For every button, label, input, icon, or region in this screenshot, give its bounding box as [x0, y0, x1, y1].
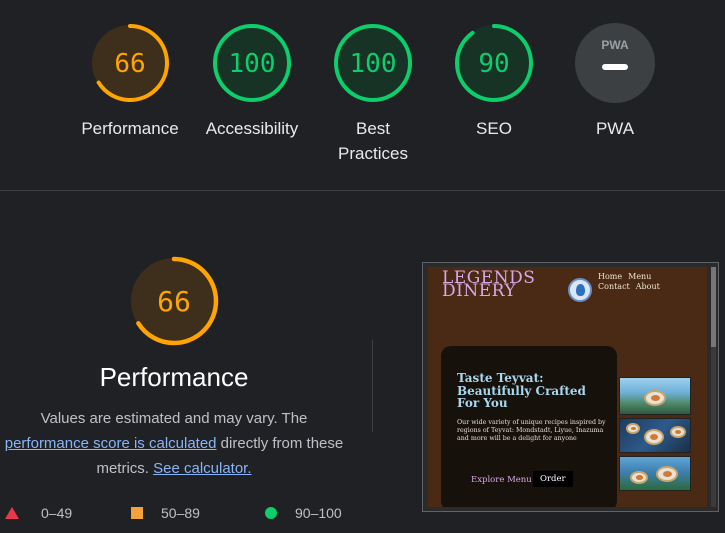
site-nav: Home Menu Contact About — [598, 272, 666, 292]
site-nav-contact: Contact — [598, 282, 630, 291]
pwa-badge-text: PWA — [601, 38, 629, 52]
performance-big-score: 66 — [157, 285, 191, 318]
best-practices-score-ring: 100 — [334, 24, 412, 102]
site-logo: LEGENDS DINERY — [442, 270, 535, 300]
legend-fail-label: 0–49 — [41, 505, 73, 521]
site-food-image-1 — [619, 377, 691, 415]
accessibility-label: Accessibility — [205, 119, 299, 138]
legend-pass-label: 90–100 — [295, 505, 342, 521]
gauge-accessibility[interactable]: 100 Accessibility — [192, 22, 312, 141]
pass-circle-icon — [265, 507, 277, 519]
best-practices-label-line2: Practices — [338, 144, 408, 163]
pwa-label: PWA — [595, 119, 635, 138]
site-avatar-icon — [568, 278, 592, 302]
gauge-pwa[interactable]: PWA PWA — [555, 22, 675, 141]
performance-score: 66 — [114, 49, 145, 79]
gauge-performance[interactable]: 66 Performance — [70, 22, 190, 141]
screenshot-scrollbar[interactable] — [711, 267, 716, 507]
site-explore-button: Explore Menu — [471, 475, 532, 485]
vertical-divider — [372, 340, 373, 432]
score-calculated-link[interactable]: performance score is calculated — [5, 435, 217, 452]
best-practices-label: Best Practices — [313, 116, 433, 166]
legend-pass: 90–100 — [265, 505, 342, 521]
fail-triangle-icon — [5, 507, 19, 519]
best-practices-score: 100 — [350, 49, 397, 79]
performance-label: Performance — [81, 119, 179, 138]
performance-score-ring: 66 — [91, 24, 169, 102]
site-hero-body: Our wide variety of unique recipes inspi… — [457, 419, 606, 443]
site-order-button: Order — [533, 471, 573, 487]
gauge-seo[interactable]: 90 SEO — [434, 22, 554, 141]
screenshot-scrollbar-thumb[interactable] — [711, 267, 716, 347]
best-practices-label-line1: Best — [355, 119, 391, 138]
legend-fail: 0–49 — [5, 505, 72, 521]
final-screenshot[interactable]: LEGENDS DINERY Home Menu Contact About Tas… — [422, 262, 719, 512]
see-calculator-link[interactable]: See calculator. — [153, 460, 251, 477]
pwa-badge: PWA — [575, 23, 655, 103]
site-food-image-2 — [619, 418, 691, 453]
seo-label: SEO — [476, 119, 512, 138]
category-gauges: 66 Performance 100 Accessibility 100 Bes… — [0, 0, 725, 190]
site-hero-title: Taste Teyvat: Beautifully Crafted For Yo… — [457, 371, 586, 410]
average-square-icon — [131, 507, 143, 519]
performance-title: Performance — [99, 362, 249, 392]
site-hero-card: Taste Teyvat: Beautifully Crafted For Yo… — [441, 346, 617, 507]
desc-text-1: Values are estimated and may vary. The — [40, 410, 308, 427]
performance-description: Values are estimated and may vary. The p… — [0, 406, 348, 481]
performance-big-gauge: 66 — [129, 256, 219, 346]
legend-average-label: 50–89 — [161, 505, 200, 521]
site-nav-about: About — [635, 282, 660, 291]
accessibility-score-ring: 100 — [213, 24, 291, 102]
pwa-dash-icon — [602, 64, 628, 70]
accessibility-score: 100 — [229, 49, 276, 79]
gauge-best-practices[interactable]: 100 Best Practices — [313, 22, 433, 166]
seo-score: 90 — [478, 49, 509, 79]
legend-average: 50–89 — [131, 505, 200, 521]
site-nav-home: Home — [598, 272, 623, 281]
seo-score-ring: 90 — [455, 24, 533, 102]
site-food-image-3 — [619, 456, 691, 491]
site-preview: LEGENDS DINERY Home Menu Contact About Tas… — [428, 267, 707, 507]
section-divider — [0, 190, 725, 191]
site-nav-menu: Menu — [628, 272, 652, 281]
